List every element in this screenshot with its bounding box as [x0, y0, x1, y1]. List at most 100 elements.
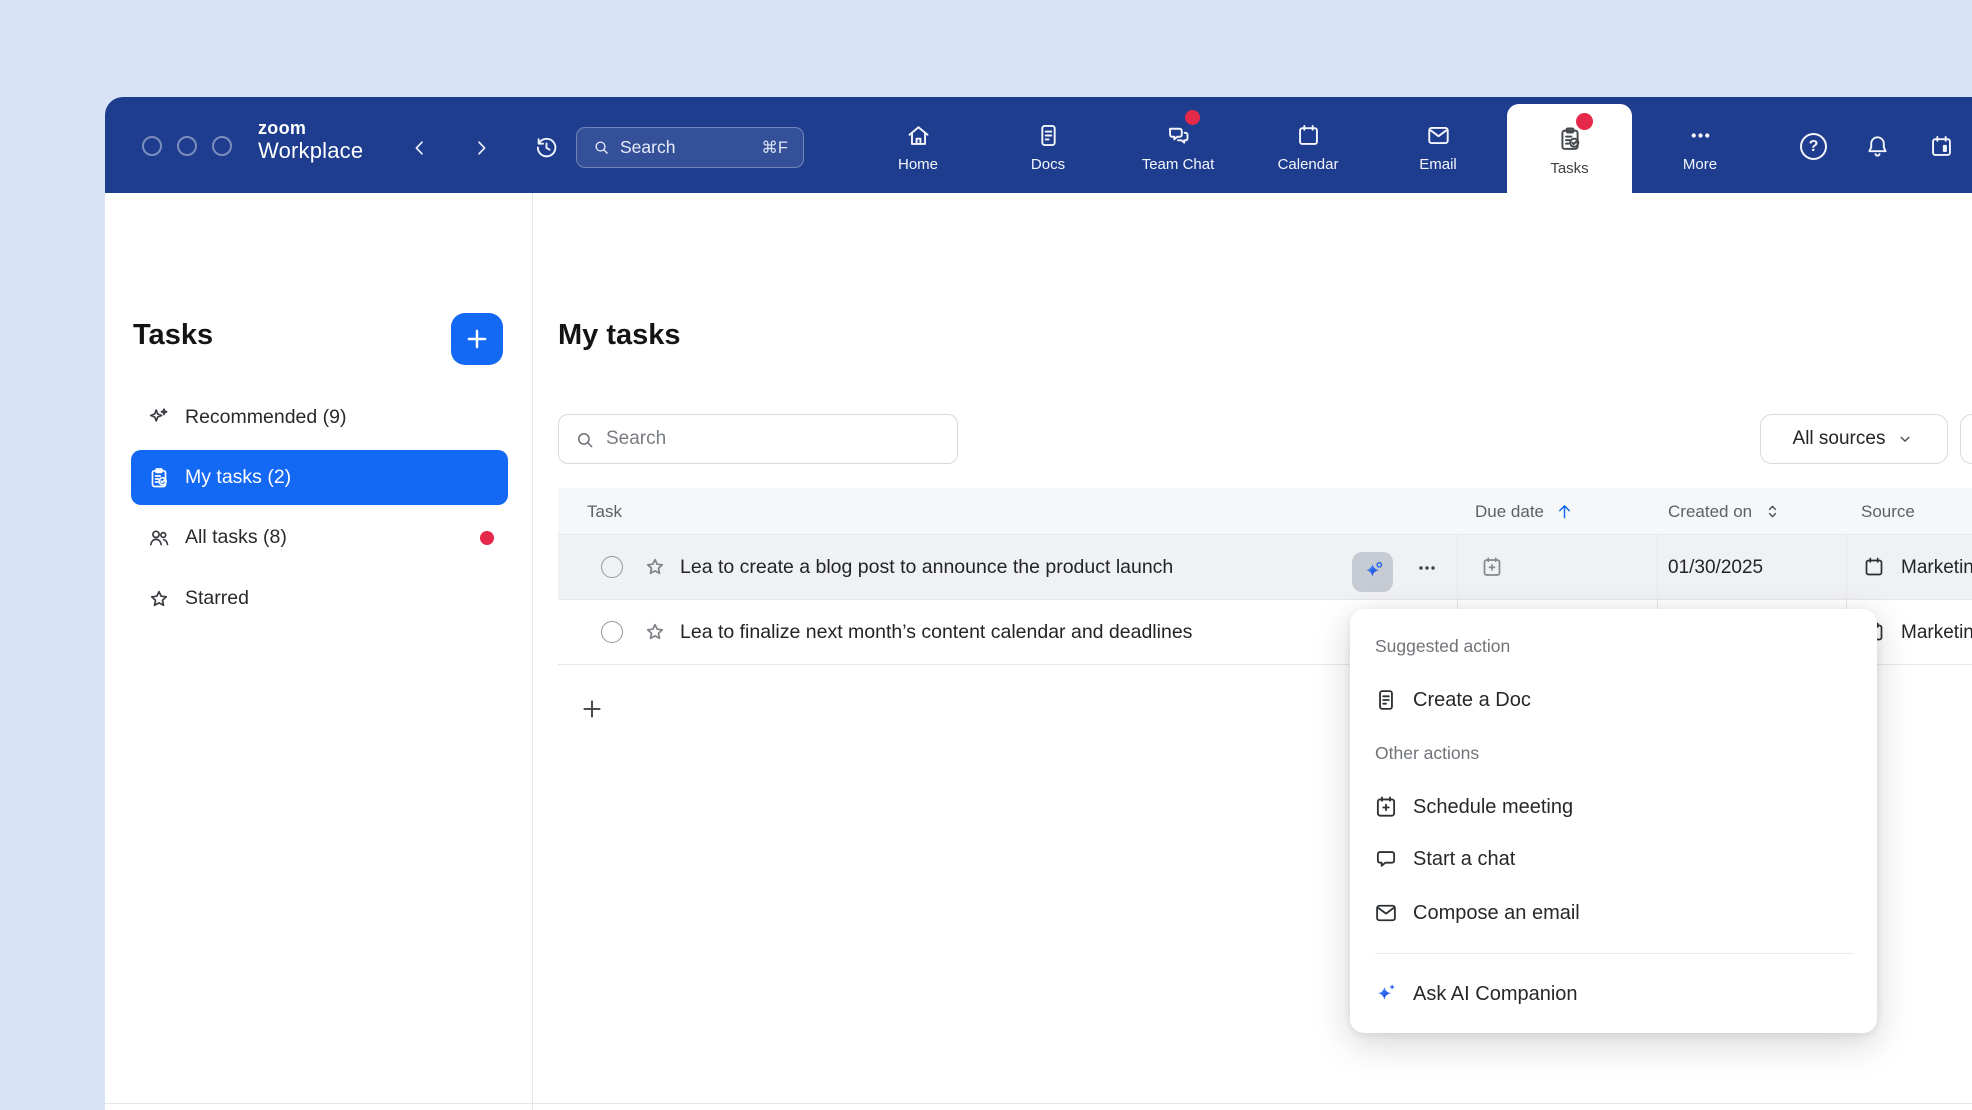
column-header-due-date[interactable]: Due date: [1475, 488, 1575, 535]
chevron-down-icon: [1895, 429, 1915, 449]
logo-workplace: Workplace: [258, 140, 363, 162]
sidebar-item-label: My tasks (2): [185, 466, 291, 489]
sidebar-item-all-tasks[interactable]: All tasks (8): [131, 510, 508, 565]
window-control-minimize[interactable]: [177, 136, 197, 156]
help-glyph: ?: [1809, 138, 1819, 156]
task-title[interactable]: Lea to create a blog post to announce th…: [680, 535, 1173, 600]
nav-item-email[interactable]: Email: [1386, 97, 1490, 193]
email-icon: [1425, 122, 1452, 149]
add-task-row-button[interactable]: [579, 696, 605, 722]
nav-item-calendar[interactable]: Calendar: [1256, 97, 1360, 193]
calendar-date-icon[interactable]: [1928, 133, 1955, 160]
task-title[interactable]: Lea to finalize next month’s content cal…: [680, 600, 1192, 665]
menu-section-label: Other actions: [1375, 743, 1479, 764]
window-control-maximize[interactable]: [212, 136, 232, 156]
menu-item-create-doc[interactable]: Create a Doc: [1373, 684, 1531, 716]
column-header-source[interactable]: Source: [1861, 488, 1915, 535]
column-header-task[interactable]: Task: [587, 488, 622, 535]
sparkle-icon: [147, 406, 171, 430]
menu-item-compose-email[interactable]: Compose an email: [1373, 897, 1580, 929]
nav-item-home[interactable]: Home: [866, 97, 970, 193]
all-sources-label: All sources: [1793, 428, 1886, 450]
sidebar-item-starred[interactable]: Starred: [131, 571, 508, 626]
menu-item-ask-ai-companion[interactable]: Ask AI Companion: [1373, 978, 1578, 1010]
clipboard-check-icon: [147, 466, 171, 490]
nav-label: Tasks: [1550, 160, 1588, 177]
nav-item-more[interactable]: More: [1648, 97, 1752, 193]
cell-divider: [1846, 535, 1847, 599]
forward-chevron-icon[interactable]: [469, 136, 493, 160]
nav-label: Team Chat: [1142, 156, 1215, 173]
nav-item-docs[interactable]: Docs: [996, 97, 1100, 193]
zoom-workplace-window: zoom Workplace Search ⌘F Home: [105, 97, 1972, 1110]
ai-sparkle-icon: [1360, 559, 1386, 585]
table-header: Task Due date Created on Source: [558, 488, 1972, 535]
envelope-icon: [1373, 900, 1399, 926]
search-input[interactable]: [559, 415, 957, 463]
source-calendar-icon: [1862, 555, 1886, 579]
sidebar-title: Tasks: [133, 319, 213, 352]
source-value: Marketing: [1901, 535, 1972, 600]
all-sources-dropdown[interactable]: All sources: [1760, 414, 1948, 464]
more-icon: [1687, 122, 1714, 149]
sort-icon: [1762, 501, 1783, 522]
search-shortcut: ⌘F: [761, 138, 788, 158]
notifications-bell-icon[interactable]: [1864, 133, 1891, 160]
star-icon[interactable]: [643, 620, 667, 644]
task-row-1[interactable]: Lea to create a blog post to announce th…: [558, 535, 1972, 600]
calendar-plus-icon: [1373, 794, 1399, 820]
task-complete-checkbox[interactable]: [601, 621, 623, 643]
zoom-workplace-logo: zoom Workplace: [258, 119, 363, 162]
menu-divider: [1375, 953, 1853, 954]
add-task-button[interactable]: [451, 313, 503, 365]
created-on-value: 01/30/2025: [1668, 535, 1763, 600]
my-tasks-panel: My tasks All sources Task Due date: [533, 193, 1972, 1110]
tasks-badge: [1576, 113, 1593, 130]
tasks-search-field[interactable]: [558, 414, 958, 464]
home-icon: [905, 122, 932, 149]
menu-section-label: Suggested action: [1375, 636, 1510, 657]
column-header-created-on[interactable]: Created on: [1668, 488, 1783, 535]
history-icon[interactable]: [533, 134, 560, 161]
star-icon: [147, 587, 171, 611]
menu-item-schedule-meeting[interactable]: Schedule meeting: [1373, 791, 1573, 823]
ai-companion-button[interactable]: [1352, 552, 1393, 592]
nav-item-tasks-active[interactable]: Tasks: [1507, 104, 1632, 193]
chat-bubble-icon: [1373, 846, 1399, 872]
sidebar-item-my-tasks[interactable]: My tasks (2): [131, 450, 508, 505]
help-icon[interactable]: ?: [1800, 133, 1827, 160]
calendar-icon: [1295, 122, 1322, 149]
back-chevron-icon[interactable]: [408, 136, 432, 160]
more-actions-icon[interactable]: [1415, 556, 1439, 580]
menu-item-start-chat[interactable]: Start a chat: [1373, 843, 1515, 875]
nav-item-team-chat[interactable]: Team Chat: [1126, 97, 1230, 193]
page-title: My tasks: [558, 319, 681, 352]
doc-icon: [1373, 687, 1399, 713]
sidebar-item-recommended[interactable]: Recommended (9): [131, 390, 508, 445]
nav-label: More: [1683, 156, 1717, 173]
add-due-date-icon[interactable]: [1480, 555, 1504, 579]
source-value: Marketing: [1901, 600, 1972, 665]
task-complete-checkbox[interactable]: [601, 556, 623, 578]
nav-label: Docs: [1031, 156, 1065, 173]
plus-icon: [463, 325, 491, 353]
sidebar-item-label: Starred: [185, 587, 249, 610]
search-icon: [592, 138, 611, 157]
cell-divider: [1457, 535, 1458, 599]
global-search-bar[interactable]: Search ⌘F: [576, 127, 804, 168]
sidebar-item-label: All tasks (8): [185, 526, 287, 549]
tasks-sidebar: Tasks Recommended (9) My tasks (2): [105, 193, 533, 1110]
team-chat-badge: [1185, 110, 1200, 125]
search-placeholder: Search: [620, 137, 752, 158]
nav-label: Calendar: [1278, 156, 1339, 173]
partial-filter-button[interactable]: [1960, 414, 1972, 464]
cell-divider: [1657, 535, 1658, 599]
star-icon[interactable]: [643, 555, 667, 579]
window-control-close[interactable]: [142, 136, 162, 156]
docs-icon: [1035, 122, 1062, 149]
sidebar-item-label: Recommended (9): [185, 406, 346, 429]
team-chat-icon: [1165, 122, 1192, 149]
nav-label: Email: [1419, 156, 1457, 173]
people-icon: [147, 526, 171, 550]
ai-sparkle-icon: [1373, 981, 1399, 1007]
